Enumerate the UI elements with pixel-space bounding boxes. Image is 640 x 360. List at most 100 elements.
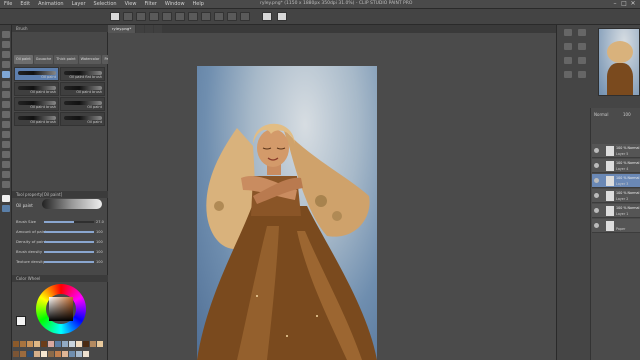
navigator-preview[interactable] bbox=[598, 28, 640, 96]
cmd-button[interactable] bbox=[162, 12, 172, 21]
navigator-icon[interactable] bbox=[578, 29, 586, 36]
tab-watercolor[interactable]: Watercolor bbox=[78, 55, 102, 64]
navigator-icon[interactable] bbox=[564, 71, 572, 78]
eye-icon[interactable] bbox=[594, 208, 599, 213]
navigator-icon[interactable] bbox=[564, 57, 572, 64]
eye-icon[interactable] bbox=[594, 193, 599, 198]
eye-icon[interactable] bbox=[594, 223, 599, 228]
eye-icon[interactable] bbox=[110, 12, 120, 21]
close-button[interactable]: ✕ bbox=[630, 1, 636, 7]
menu-help[interactable]: Help bbox=[189, 1, 208, 7]
redo-icon[interactable] bbox=[277, 12, 287, 21]
cmd-button[interactable] bbox=[149, 12, 159, 21]
swatch[interactable] bbox=[27, 350, 33, 357]
prop-texture-density[interactable]: Texture density 100 bbox=[16, 258, 106, 266]
document-tab[interactable] bbox=[154, 25, 163, 33]
cmd-button[interactable] bbox=[227, 12, 237, 21]
blend-tool-icon[interactable] bbox=[2, 101, 10, 108]
navigator-icon[interactable] bbox=[578, 71, 586, 78]
balloon-tool-icon[interactable] bbox=[2, 151, 10, 158]
layer-row[interactable]: 100 % Normal Layer 4 bbox=[592, 159, 640, 173]
tab-oil-paint[interactable]: Oil paint bbox=[14, 55, 33, 64]
swatch[interactable] bbox=[76, 350, 82, 357]
swatch[interactable] bbox=[48, 350, 54, 357]
main-color-swatch[interactable] bbox=[2, 195, 10, 202]
navigator-icon[interactable] bbox=[578, 57, 586, 64]
swatch[interactable] bbox=[48, 341, 54, 347]
layer-row-selected[interactable]: 100 % Normal Layer 3 bbox=[592, 174, 640, 188]
brush-item[interactable]: Oil paint bbox=[14, 67, 59, 81]
swatch[interactable] bbox=[83, 350, 89, 357]
swatch[interactable] bbox=[34, 350, 40, 357]
navigator-icon[interactable] bbox=[564, 43, 572, 50]
figure-tool-icon[interactable] bbox=[2, 131, 10, 138]
swatch[interactable] bbox=[69, 350, 75, 357]
eye-icon[interactable] bbox=[594, 178, 599, 183]
slider[interactable] bbox=[44, 261, 94, 263]
cmd-button[interactable] bbox=[240, 12, 250, 21]
menu-view[interactable]: View bbox=[121, 1, 141, 7]
document-tab[interactable]: ryley.png* bbox=[108, 25, 136, 33]
eye-icon[interactable] bbox=[594, 163, 599, 168]
swatch[interactable] bbox=[62, 350, 68, 357]
cmd-button[interactable] bbox=[188, 12, 198, 21]
swatch[interactable] bbox=[90, 341, 96, 347]
swatch[interactable] bbox=[20, 350, 26, 357]
slider[interactable] bbox=[44, 221, 94, 223]
cmd-button[interactable] bbox=[214, 12, 224, 21]
sub-color-swatch[interactable] bbox=[2, 205, 10, 212]
brush-item[interactable]: Oil paint brush bbox=[14, 112, 59, 126]
swatch[interactable] bbox=[55, 350, 61, 357]
zoom-tool-icon[interactable] bbox=[2, 31, 10, 38]
cmd-button[interactable] bbox=[136, 12, 146, 21]
document-tab[interactable] bbox=[145, 25, 154, 33]
layer-row[interactable]: 100 % Normal Layer 5 bbox=[592, 144, 640, 158]
swatch[interactable] bbox=[27, 341, 33, 347]
layer-row[interactable]: 100 % Normal Layer 2 bbox=[592, 189, 640, 203]
cmd-button[interactable] bbox=[123, 12, 133, 21]
document-tab[interactable] bbox=[136, 25, 145, 33]
swatch[interactable] bbox=[13, 350, 19, 357]
brush-item[interactable]: Oil paint bbox=[60, 112, 105, 126]
swatch[interactable] bbox=[55, 341, 61, 347]
navigator-icon[interactable] bbox=[564, 29, 572, 36]
text-tool-icon[interactable] bbox=[2, 141, 10, 148]
undo-icon[interactable] bbox=[262, 12, 272, 21]
brush-item[interactable]: Oil paint flat brush bbox=[60, 67, 105, 81]
tab-thick-paint[interactable]: Thick paint bbox=[54, 55, 78, 64]
slider[interactable] bbox=[44, 241, 94, 243]
move-tool-icon[interactable] bbox=[2, 41, 10, 48]
layer-opacity[interactable]: 100 bbox=[623, 112, 631, 117]
menu-animation[interactable]: Animation bbox=[34, 1, 68, 7]
correct-line-tool-icon[interactable] bbox=[2, 181, 10, 188]
swatch[interactable] bbox=[83, 341, 89, 347]
brush-item[interactable]: Oil paint brush bbox=[60, 82, 105, 96]
pen-tool-icon[interactable] bbox=[2, 81, 10, 88]
swatch[interactable] bbox=[69, 341, 75, 347]
layer-row[interactable]: Paper bbox=[592, 219, 640, 233]
slider[interactable] bbox=[44, 231, 94, 233]
prop-brush-size[interactable]: Brush Size 27.0 bbox=[16, 218, 106, 226]
blend-mode[interactable]: Normal bbox=[594, 112, 608, 117]
main-color-chip[interactable] bbox=[16, 316, 26, 326]
navigator-icon[interactable] bbox=[578, 43, 586, 50]
prop-brush-density[interactable]: Brush density 100 bbox=[16, 248, 106, 256]
menu-edit[interactable]: Edit bbox=[16, 1, 34, 7]
swatch[interactable] bbox=[97, 341, 103, 347]
eraser-tool-icon[interactable] bbox=[2, 91, 10, 98]
cmd-button[interactable] bbox=[201, 12, 211, 21]
swatch[interactable] bbox=[34, 341, 40, 347]
layer-row[interactable]: 100 % Normal Layer 1 bbox=[592, 204, 640, 218]
operation-tool-icon[interactable] bbox=[2, 51, 10, 58]
fill-tool-icon[interactable] bbox=[2, 111, 10, 118]
cmd-button[interactable] bbox=[175, 12, 185, 21]
ruler-tool-icon[interactable] bbox=[2, 161, 10, 168]
color-wheel[interactable] bbox=[36, 284, 86, 334]
menu-selection[interactable]: Selection bbox=[90, 1, 121, 7]
brush-item[interactable]: Oil paint bbox=[60, 97, 105, 111]
menu-layer[interactable]: Layer bbox=[68, 1, 90, 7]
gradient-tool-icon[interactable] bbox=[2, 121, 10, 128]
swatch[interactable] bbox=[13, 341, 19, 347]
swatch[interactable] bbox=[76, 341, 82, 347]
eyedropper-tool-icon[interactable] bbox=[2, 171, 10, 178]
